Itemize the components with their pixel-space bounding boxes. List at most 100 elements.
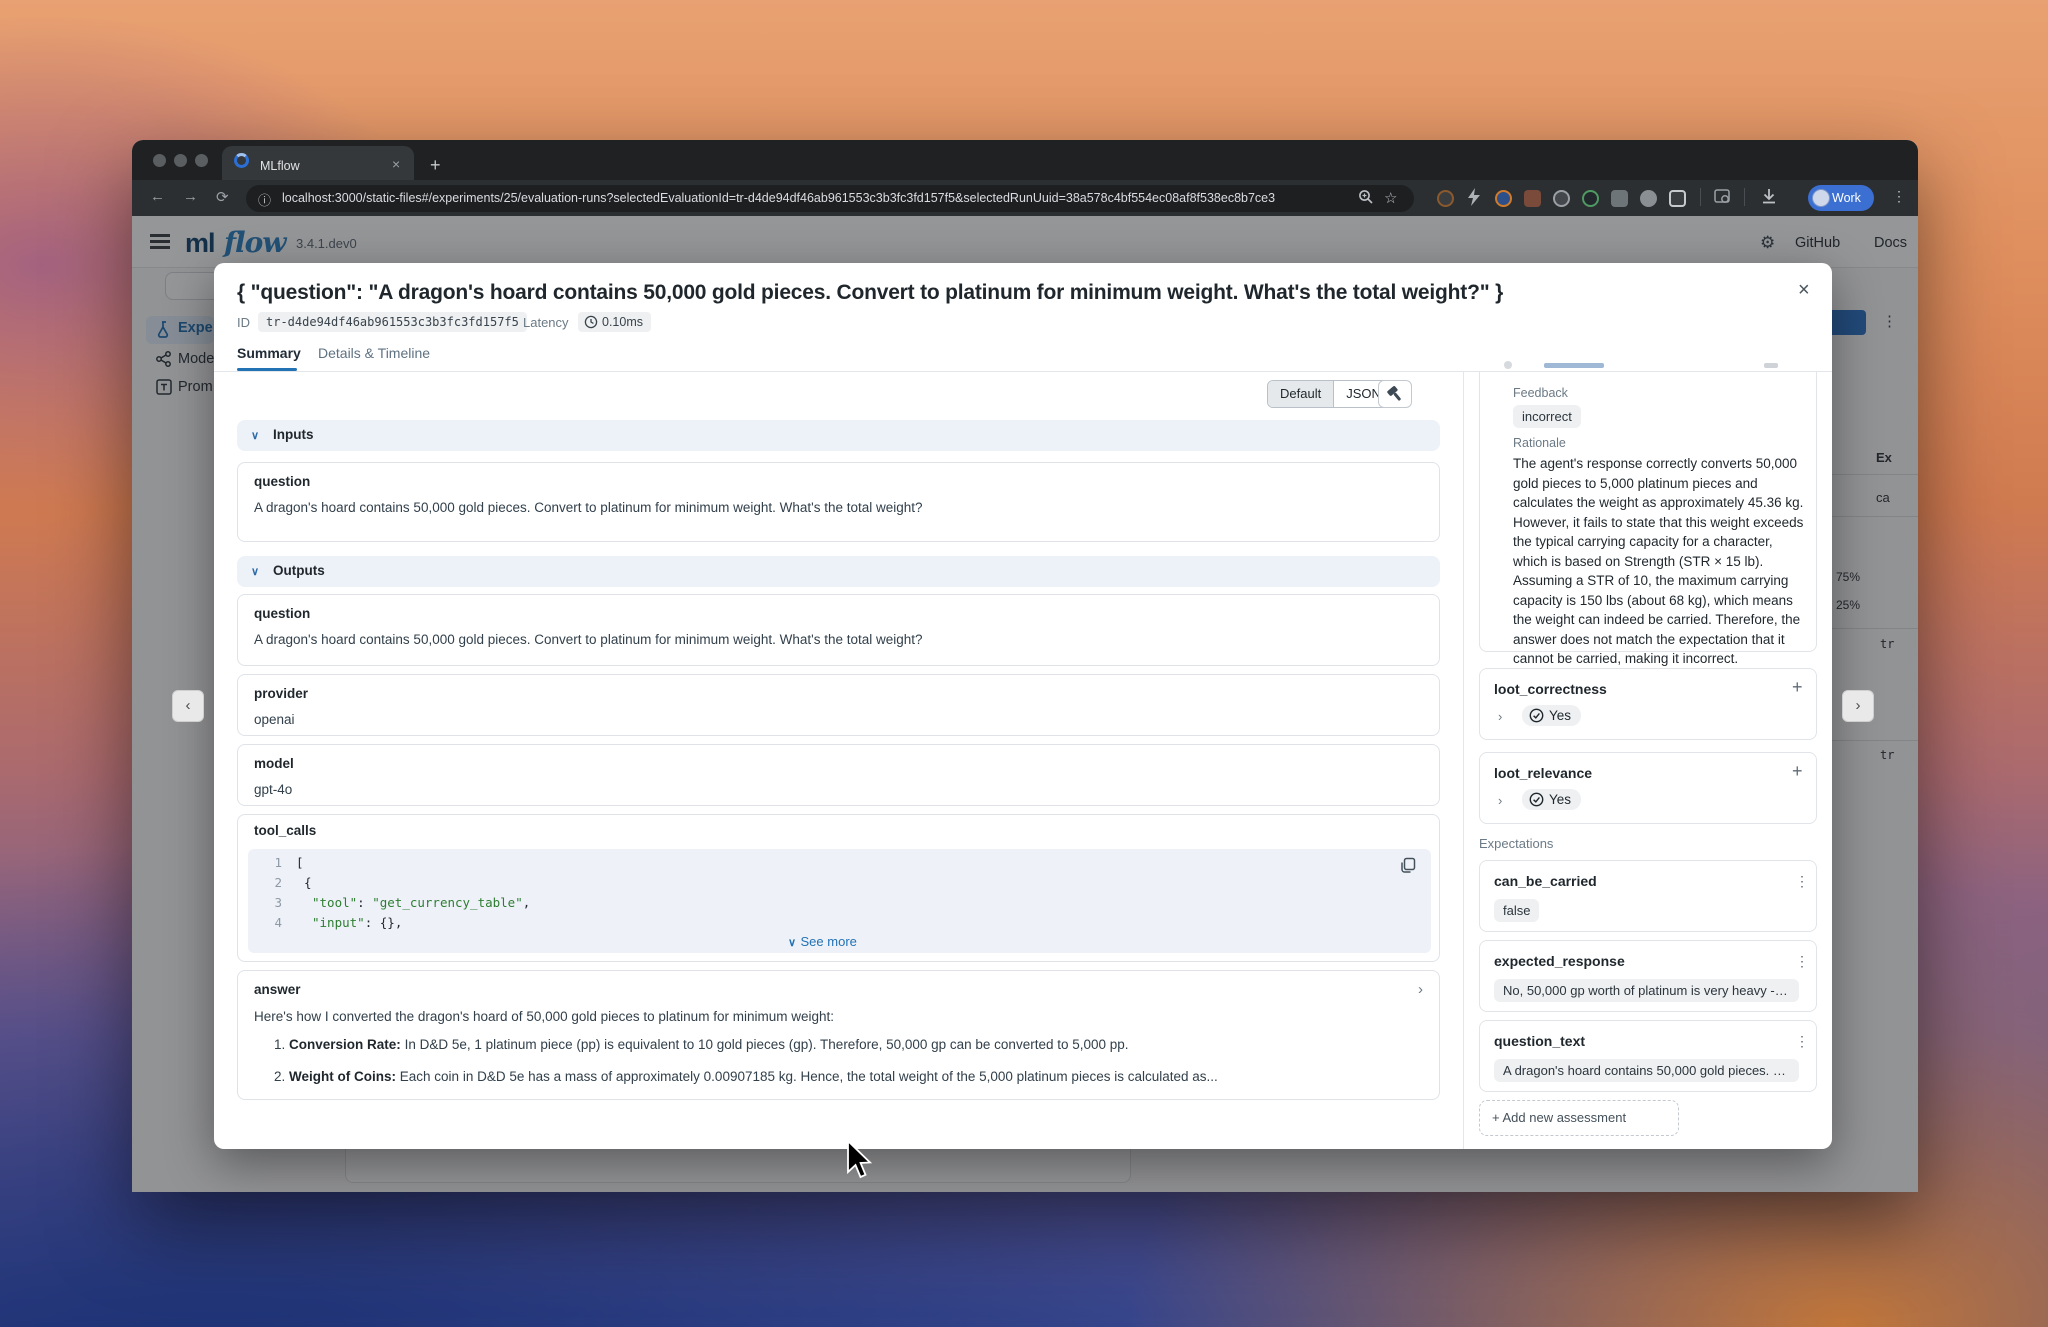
close-icon[interactable]: ×: [1798, 279, 1810, 302]
atom-extension-icon[interactable]: [1553, 190, 1570, 207]
traffic-light-close[interactable]: [153, 154, 166, 167]
code-sep: :: [365, 915, 380, 930]
line-number: 2: [256, 875, 282, 890]
output-provider-card: provider openai: [237, 674, 1440, 736]
download-icon[interactable]: [1760, 187, 1778, 212]
feedback-label: Feedback: [1513, 386, 1568, 400]
add-assessment-button[interactable]: + Add new assessment: [1479, 1100, 1679, 1136]
chevron-right-icon[interactable]: ›: [1498, 709, 1502, 724]
tab-summary[interactable]: Summary: [237, 345, 301, 361]
judge-card-loot-relevance: loot_relevance + › Yes: [1479, 752, 1817, 824]
output-tool-calls-card: tool_calls 1[ 2{ 3"tool": "get_currency_…: [237, 814, 1440, 962]
expectation-card-can-be-carried: can_be_carried ⋮ false: [1479, 860, 1817, 932]
expectation-value-pill: false: [1494, 899, 1539, 922]
back-icon[interactable]: ←: [150, 188, 165, 205]
new-tab-button[interactable]: +: [430, 155, 441, 176]
kebab-menu-icon[interactable]: ⋮: [1795, 873, 1809, 890]
kebab-menu-icon[interactable]: ⋮: [1795, 953, 1809, 970]
extension-icon-1[interactable]: [1437, 190, 1454, 207]
outputs-section-header[interactable]: ∨ Outputs: [237, 556, 1440, 587]
modal-title: { "question": "A dragon's hoard contains…: [237, 281, 1797, 305]
trace-id-chip[interactable]: tr-d4de94df46ab961553c3b3fc3fd157f5: [258, 312, 527, 332]
tab-close-icon[interactable]: ×: [392, 156, 400, 172]
check-extension-icon[interactable]: [1495, 190, 1512, 207]
code-text: {: [296, 875, 312, 890]
evaluation-detail-modal: { "question": "A dragon's hoard contains…: [214, 263, 1832, 1149]
kebab-menu-icon[interactable]: ⋮: [1795, 1033, 1809, 1050]
url-text: localhost:3000/static-files#/experiments…: [282, 191, 1275, 205]
latency-value: 0.10ms: [602, 315, 643, 329]
expectation-card-question-text: question_text ⋮ A dragon's hoard contain…: [1479, 1020, 1817, 1092]
shield-extension-icon[interactable]: [1611, 190, 1628, 207]
brush-extension-icon[interactable]: [1524, 190, 1541, 207]
rationale-text: The agent's response correctly converts …: [1513, 454, 1805, 669]
add-icon[interactable]: +: [1792, 677, 1803, 698]
chevron-down-icon: ∨: [251, 565, 259, 578]
browser-tab[interactable]: [222, 146, 414, 180]
latency-label: Latency: [523, 315, 569, 330]
expand-answer-icon[interactable]: ›: [1418, 981, 1423, 998]
reload-icon[interactable]: ⟳: [216, 188, 229, 206]
judge-name: loot_relevance: [1494, 765, 1592, 781]
next-record-button[interactable]: ›: [1842, 690, 1874, 722]
check-circle-icon: [1529, 792, 1544, 807]
extensions-puzzle-icon[interactable]: [1669, 190, 1686, 207]
inputs-section-header[interactable]: ∨ Inputs: [237, 420, 1440, 451]
view-toggle: Default JSON: [1267, 380, 1394, 408]
judge-name: loot_correctness: [1494, 681, 1607, 697]
judge-card-loot-correctness: loot_correctness + › Yes: [1479, 668, 1817, 740]
judge-value-pill[interactable]: Yes: [1522, 705, 1581, 726]
field-label: question: [254, 474, 310, 489]
judge-value-pill[interactable]: Yes: [1522, 789, 1581, 810]
mouse-cursor: [846, 1140, 876, 1189]
field-label: answer: [254, 982, 301, 997]
field-value: A dragon's hoard contains 50,000 gold pi…: [254, 500, 1414, 515]
input-question-card: question A dragon's hoard contains 50,00…: [237, 462, 1440, 542]
expectation-value-pill: No, 50,000 gp worth of platinum is very …: [1494, 979, 1799, 1002]
expectation-card-expected-response: expected_response ⋮ No, 50,000 gp worth …: [1479, 940, 1817, 1012]
traffic-light-zoom[interactable]: [195, 154, 208, 167]
rationale-label: Rationale: [1513, 436, 1566, 450]
view-toggle-default[interactable]: Default: [1268, 381, 1334, 407]
lightning-extension-icon[interactable]: [1466, 188, 1482, 211]
copy-icon[interactable]: [1400, 857, 1416, 879]
ring-extension-icon[interactable]: [1582, 190, 1599, 207]
code-punct: ,: [395, 915, 403, 930]
chevron-down-icon: ∨: [251, 429, 259, 442]
line-number: 3: [256, 895, 282, 910]
chevron-right-icon[interactable]: ›: [1498, 793, 1502, 808]
expectation-value-pill: A dragon's hoard contains 50,000 gold pi…: [1494, 1059, 1799, 1082]
devtools-icon[interactable]: [1714, 188, 1732, 211]
output-model-card: model gpt-4o: [237, 744, 1440, 806]
forward-icon[interactable]: →: [183, 188, 198, 205]
previous-record-button[interactable]: ‹: [172, 690, 204, 722]
code-key: "tool": [296, 895, 357, 910]
address-bar[interactable]: localhost:3000/static-files#/experiments…: [246, 185, 1414, 212]
inputs-header-label: Inputs: [273, 427, 314, 442]
browser-menu-icon[interactable]: ⋮: [1892, 188, 1906, 205]
panel-divider: [1463, 372, 1464, 1149]
field-label: question: [254, 606, 310, 621]
tab-title: MLflow: [260, 159, 300, 173]
bookmark-star-icon[interactable]: ☆: [1384, 189, 1397, 207]
field-label: model: [254, 756, 294, 771]
profile-avatar: [1812, 189, 1830, 207]
tool-calls-code-block: 1[ 2{ 3"tool": "get_currency_table", 4"i…: [248, 849, 1431, 953]
item-text: In D&D 5e, 1 platinum piece (pp) is equi…: [401, 1037, 1129, 1052]
field-value: A dragon's hoard contains 50,000 gold pi…: [254, 632, 1414, 647]
field-value: gpt-4o: [254, 782, 1414, 797]
feedback-rationale-card: Feedback incorrect Rationale The agent's…: [1479, 372, 1817, 652]
item-bold: Weight of Coins:: [289, 1069, 396, 1084]
code-text: [: [296, 855, 304, 870]
assessment-gavel-button[interactable]: [1378, 380, 1412, 408]
traffic-light-minimize[interactable]: [174, 154, 187, 167]
add-icon[interactable]: +: [1792, 761, 1803, 782]
site-info-icon[interactable]: ⓘ: [258, 190, 271, 209]
chevron-down-icon: ∨: [788, 937, 796, 949]
mlflow-favicon-icon: [234, 153, 249, 168]
globe-extension-icon[interactable]: [1640, 190, 1657, 207]
see-more-link[interactable]: ∨ See more: [788, 933, 857, 951]
tab-details-timeline[interactable]: Details & Timeline: [318, 345, 430, 361]
line-number: 1: [256, 855, 282, 870]
zoom-page-icon[interactable]: [1358, 189, 1374, 210]
